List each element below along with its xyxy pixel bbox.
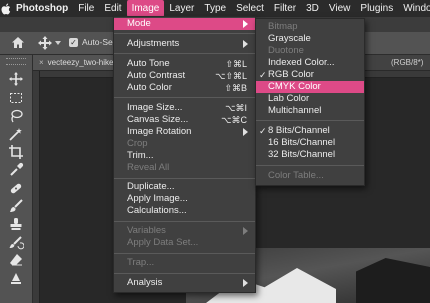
- menu-filter[interactable]: Filter: [269, 0, 301, 17]
- clone-stamp-icon[interactable]: [8, 216, 24, 232]
- menu-item-analysis[interactable]: Analysis: [114, 277, 255, 289]
- home-icon[interactable]: [11, 36, 25, 49]
- menu-type[interactable]: Type: [199, 0, 231, 17]
- chevron-right-icon: [243, 279, 248, 287]
- crop-icon[interactable]: [8, 144, 24, 160]
- menu-item-auto-color[interactable]: Auto Color ⇧⌘B: [114, 82, 255, 94]
- marquee-icon[interactable]: [8, 90, 24, 106]
- submenu-item-cmyk-color[interactable]: CMYK Color: [256, 81, 364, 93]
- chevron-right-icon: [243, 20, 248, 28]
- submenu-item-rgb-color[interactable]: ✓ RGB Color: [256, 69, 364, 81]
- menu-item-trim[interactable]: Trim...: [114, 150, 255, 162]
- menu-3d[interactable]: 3D: [301, 0, 324, 17]
- menu-item-adjustments[interactable]: Adjustments: [114, 38, 255, 50]
- menu-item-image-rotation[interactable]: Image Rotation: [114, 126, 255, 138]
- tools-panel: [0, 55, 33, 303]
- auto-select-checkbox[interactable]: ✓: [69, 38, 78, 47]
- submenu-item-color-table: Color Table...: [268, 170, 324, 181]
- close-icon[interactable]: ×: [39, 58, 44, 67]
- menu-item-auto-contrast[interactable]: Auto Contrast ⌥⇧⌘L: [114, 70, 255, 82]
- magic-wand-icon[interactable]: [8, 126, 24, 142]
- menu-item-image-size[interactable]: Image Size... ⌥⌘I: [114, 102, 255, 114]
- eraser-icon[interactable]: [8, 252, 24, 268]
- menu-select[interactable]: Select: [231, 0, 269, 17]
- chevron-right-icon: [243, 128, 248, 136]
- menu-item-duplicate[interactable]: Duplicate...: [114, 181, 255, 193]
- move-tool-icon[interactable]: [38, 36, 52, 50]
- submenu-item-duotone: Duotone: [268, 45, 304, 56]
- submenu-item-32-bits[interactable]: 32 Bits/Channel: [256, 149, 364, 161]
- healing-brush-icon[interactable]: [8, 180, 24, 196]
- image-menu: Mode Adjustments Auto Tone ⇧⌘L Auto Contr…: [113, 16, 256, 293]
- menu-photoshop[interactable]: Photoshop: [11, 0, 73, 17]
- menu-image[interactable]: Image: [126, 0, 165, 17]
- mode-submenu: Bitmap Grayscale Duotone Indexed Color..…: [255, 18, 365, 186]
- brush-icon[interactable]: [8, 198, 24, 214]
- menu-item-auto-tone[interactable]: Auto Tone ⇧⌘L: [114, 58, 255, 70]
- check-icon: ✓: [259, 126, 267, 136]
- submenu-item-8-bits[interactable]: ✓ 8 Bits/Channel: [256, 125, 364, 137]
- menu-item-calculations[interactable]: Calculations...: [114, 205, 255, 217]
- apple-icon[interactable]: [0, 0, 11, 17]
- menu-file[interactable]: File: [73, 0, 99, 17]
- chevron-right-icon: [243, 227, 248, 235]
- menu-item-variables: Variables: [114, 225, 255, 237]
- submenu-item-grayscale[interactable]: Grayscale: [256, 33, 364, 45]
- menu-item-apply-image[interactable]: Apply Image...: [114, 193, 255, 205]
- chevron-right-icon: [243, 40, 248, 48]
- vertical-ruler[interactable]: [33, 71, 40, 303]
- move-icon[interactable]: [8, 71, 24, 87]
- menu-item-apply-data-set: Apply Data Set...: [127, 237, 199, 248]
- submenu-item-lab-color[interactable]: Lab Color: [256, 93, 364, 105]
- check-icon: ✓: [259, 70, 267, 80]
- document-title: vecteezy_two-hike: [47, 58, 114, 67]
- menu-item-canvas-size[interactable]: Canvas Size... ⌥⌘C: [114, 114, 255, 126]
- menu-item-mode[interactable]: Mode: [114, 18, 255, 30]
- dark-rock: [356, 258, 430, 303]
- menu-plugins[interactable]: Plugins: [355, 0, 398, 17]
- menu-item-crop: Crop: [127, 138, 148, 149]
- menu-item-reveal-all: Reveal All: [127, 162, 170, 173]
- history-brush-icon[interactable]: [8, 234, 25, 250]
- menu-window[interactable]: Window: [398, 0, 430, 17]
- menu-bar: Photoshop File Edit Image Layer Type Sel…: [0, 0, 430, 17]
- menu-view[interactable]: View: [324, 0, 356, 17]
- eyedropper-icon[interactable]: [8, 162, 24, 178]
- lasso-icon[interactable]: [8, 108, 24, 124]
- submenu-item-indexed-color[interactable]: Indexed Color...: [256, 57, 364, 69]
- submenu-item-multichannel[interactable]: Multichannel: [256, 105, 364, 117]
- submenu-item-16-bits[interactable]: 16 Bits/Channel: [256, 137, 364, 149]
- chevron-down-icon[interactable]: [55, 41, 61, 45]
- document-mode-label: (RGB/8*): [391, 58, 424, 67]
- menu-layer[interactable]: Layer: [164, 0, 199, 17]
- menu-edit[interactable]: Edit: [99, 0, 126, 17]
- gradient-icon[interactable]: [8, 270, 24, 286]
- panel-grip[interactable]: [6, 58, 26, 65]
- submenu-item-bitmap: Bitmap: [268, 21, 298, 32]
- menu-item-trap: Trap...: [127, 257, 155, 268]
